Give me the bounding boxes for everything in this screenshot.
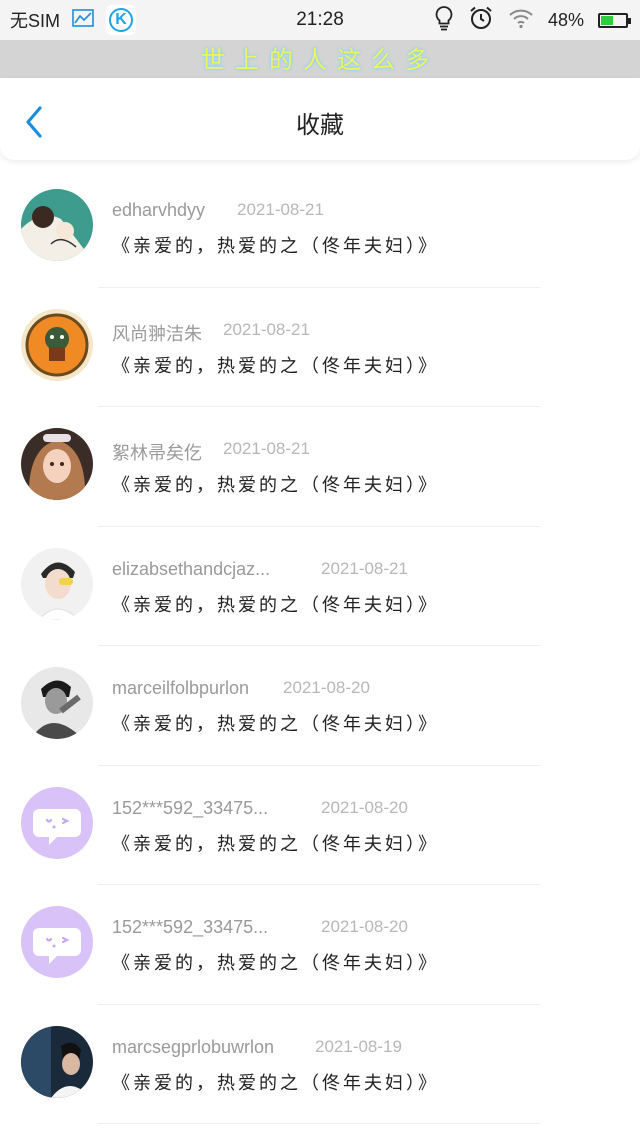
avatar[interactable] xyxy=(21,547,93,620)
status-bar-right: 48% xyxy=(434,0,631,40)
page-title: 收藏 xyxy=(296,111,344,139)
avatar[interactable] xyxy=(21,1025,93,1098)
favorite-item[interactable]: 絮林帚矣仡 2021-08-21 《亲爱的，热爱的之（佟年夫妇）》 xyxy=(0,407,640,527)
battery-percent: 48% xyxy=(547,9,584,30)
favorite-date: 2021-08-21 xyxy=(237,200,324,219)
user-name: 152***592_33475... xyxy=(112,797,269,818)
chevron-left-icon xyxy=(26,106,42,138)
avatar[interactable] xyxy=(21,906,93,978)
battery-fill xyxy=(601,15,613,25)
status-bar-left: 无SIM K xyxy=(10,0,137,40)
favorite-date: 2021-08-21 xyxy=(223,319,310,339)
favorite-title: 《亲爱的，热爱的之（佟年夫妇）》 xyxy=(112,833,439,855)
marquee-banner: 世上的人这么多 xyxy=(0,40,640,78)
user-name: 152***592_33475... xyxy=(112,917,269,937)
favorite-item[interactable]: elizabsethandcjaz... 2021-08-21 《亲爱的，热爱的之（… xyxy=(0,527,640,646)
avatar[interactable] xyxy=(21,786,93,859)
battery-icon xyxy=(598,12,631,28)
avatar[interactable] xyxy=(21,308,93,381)
user-name: marcsegprlobuwrlon xyxy=(112,1036,275,1057)
carrier-label: 无SIM xyxy=(10,11,61,31)
favorite-item[interactable]: marcsegprlobuwrlon 2021-08-19 《亲爱的，热爱的之（佟年… xyxy=(0,1005,640,1124)
favorite-date: 2021-08-19 xyxy=(315,1036,402,1056)
favorite-item[interactable]: 152***592_33475... 2021-08-20 《亲爱的，热爱的之（佟年… xyxy=(0,885,640,1005)
avatar[interactable] xyxy=(21,667,93,739)
divider xyxy=(98,1123,540,1124)
user-name: marceilfolbpurlon xyxy=(112,678,250,698)
user-name: edharvhdyy xyxy=(112,200,206,220)
favorite-item[interactable]: edharvhdyy 2021-08-21 《亲爱的，热爱的之（佟年夫妇）》 xyxy=(0,168,640,288)
avatar[interactable] xyxy=(21,428,93,500)
favorite-title: 《亲爱的，热爱的之（佟年夫妇）》 xyxy=(112,594,439,616)
favorite-item[interactable]: 风尚翀洁朱 2021-08-21 《亲爱的，热爱的之（佟年夫妇）》 xyxy=(0,288,640,407)
lightbulb-icon xyxy=(434,5,454,35)
wifi-icon xyxy=(508,7,534,33)
favorite-title: 《亲爱的，热爱的之（佟年夫妇）》 xyxy=(112,236,439,257)
favorite-date: 2021-08-20 xyxy=(321,797,408,817)
favorite-title: 《亲爱的，热爱的之（佟年夫妇）》 xyxy=(112,355,439,377)
favorite-title: 《亲爱的，热爱的之（佟年夫妇）》 xyxy=(112,953,439,974)
favorite-date: 2021-08-20 xyxy=(321,917,408,936)
user-name: elizabsethandcjaz... xyxy=(112,558,271,579)
favorite-date: 2021-08-21 xyxy=(321,558,408,578)
status-bar: 无SIM K 21:28 48% xyxy=(0,0,640,40)
nav-bar: 收藏 xyxy=(0,78,640,160)
favorites-list: edharvhdyy 2021-08-21 《亲爱的，热爱的之（佟年夫妇）》 风尚翀洁… xyxy=(0,168,640,1124)
avatar[interactable] xyxy=(21,189,93,261)
user-name: 絮林帚矣仡 xyxy=(112,443,202,463)
favorite-item[interactable]: 152***592_33475... 2021-08-20 《亲爱的，热爱的之（佟年… xyxy=(0,766,640,885)
back-button[interactable] xyxy=(14,98,58,142)
k-app-icon: K xyxy=(106,5,137,35)
favorite-title: 《亲爱的，热爱的之（佟年夫妇）》 xyxy=(112,714,439,735)
alarm-icon xyxy=(468,5,494,35)
chart-icon xyxy=(72,9,94,31)
favorite-item[interactable]: marceilfolbpurlon 2021-08-20 《亲爱的，热爱的之（佟年夫… xyxy=(0,646,640,766)
favorite-date: 2021-08-20 xyxy=(283,678,370,697)
favorite-title: 《亲爱的，热爱的之（佟年夫妇）》 xyxy=(112,1072,439,1094)
user-name: 风尚翀洁朱 xyxy=(112,323,202,344)
favorite-date: 2021-08-21 xyxy=(223,439,310,458)
favorite-title: 《亲爱的，热爱的之（佟年夫妇）》 xyxy=(112,475,439,496)
